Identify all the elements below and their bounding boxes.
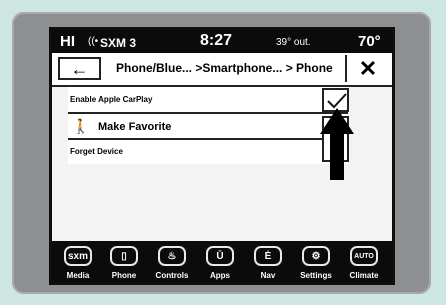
touchscreen: HI ((• SXM 3 8:27 39° out. 70° ← Phone/B…: [49, 27, 395, 285]
dock-nav-label: Nav: [260, 271, 276, 280]
breadcrumb: Phone/Blue... >Smartphone... > Phone: [116, 61, 333, 75]
close-icon: ✕: [358, 55, 378, 81]
close-button[interactable]: ✕: [345, 55, 389, 82]
forget-device-label: Forget Device: [70, 147, 123, 156]
clock: 8:27: [200, 32, 233, 49]
media-icon: sxm: [64, 246, 92, 266]
status-bar: HI ((• SXM 3 8:27 39° out. 70°: [52, 30, 392, 53]
bottom-dock: sxm Media ▯ Phone ♨ Controls Ū Apps Ė Na…: [52, 241, 392, 282]
radio-station: SXM 3: [100, 36, 137, 50]
nav-icon: Ė: [254, 246, 282, 266]
hvac-setting: HI: [60, 33, 75, 50]
make-favorite-label: Make Favorite: [98, 121, 172, 133]
signal-icon: ((•: [88, 36, 99, 47]
title-bar: ← Phone/Blue... >Smartphone... > Phone ✕: [52, 53, 392, 87]
dock-apps-label: Apps: [210, 271, 230, 280]
climate-icon: AUTO: [350, 246, 378, 266]
phone-icon: ▯: [110, 246, 138, 266]
dock-settings[interactable]: ⚙ Settings: [290, 244, 342, 282]
dock-settings-label: Settings: [300, 271, 332, 280]
dock-nav[interactable]: Ė Nav: [242, 244, 294, 282]
favorite-person-icon: 🚶: [72, 118, 90, 134]
pointer-arrow-icon: [320, 108, 354, 180]
controls-icon: ♨: [158, 246, 186, 266]
enable-carplay-row[interactable]: Enable Apple CarPlay: [68, 87, 348, 114]
outside-temp: 39° out.: [276, 37, 311, 48]
dock-media-label: Media: [66, 271, 90, 280]
enable-carplay-label: Enable Apple CarPlay: [70, 95, 153, 104]
dock-climate[interactable]: AUTO Climate: [338, 244, 390, 282]
set-temperature: 70°: [358, 33, 381, 50]
dock-phone[interactable]: ▯ Phone: [98, 244, 150, 282]
make-favorite-row[interactable]: 🚶 Make Favorite: [68, 114, 348, 140]
forget-device-row[interactable]: Forget Device: [68, 140, 348, 164]
settings-gear-icon: ⚙: [302, 246, 330, 266]
back-button[interactable]: ←: [58, 57, 101, 80]
dock-controls[interactable]: ♨ Controls: [146, 244, 198, 282]
dock-apps[interactable]: Ū Apps: [194, 244, 246, 282]
dock-climate-label: Climate: [349, 271, 379, 280]
apps-icon: Ū: [206, 246, 234, 266]
dock-media[interactable]: sxm Media: [52, 244, 104, 282]
back-arrow-icon: ←: [70, 58, 89, 79]
dock-controls-label: Controls: [155, 271, 189, 280]
dock-phone-label: Phone: [111, 271, 137, 280]
